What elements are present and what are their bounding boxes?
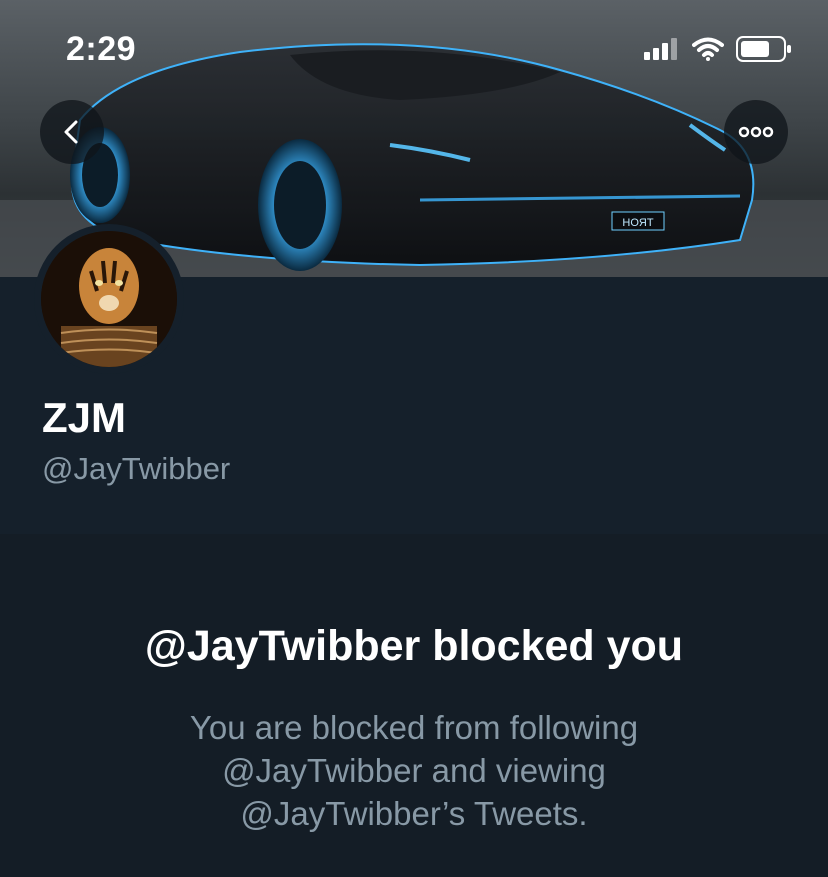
chevron-left-icon [64, 120, 78, 144]
cellular-signal-icon [644, 38, 677, 60]
svg-text:HOЯT: HOЯT [622, 217, 653, 229]
avatar[interactable] [34, 224, 184, 374]
profile-display-name: ZJM [42, 394, 126, 441]
battery-icon [736, 36, 791, 62]
profile-handle: @JayTwibber [42, 451, 231, 486]
blocked-message: You are blocked from following @JayTwibb… [189, 709, 639, 832]
tiger-image [41, 231, 177, 367]
status-bar: 2:29 [0, 0, 828, 90]
back-button[interactable] [40, 100, 104, 164]
more-options-button[interactable] [724, 100, 788, 164]
more-horizontal-icon [738, 126, 774, 138]
status-icons [644, 36, 792, 62]
wifi-icon [692, 37, 724, 61]
status-time: 2:29 [66, 30, 137, 68]
blocked-title: @JayTwibber blocked you [144, 622, 684, 670]
avatar-image [41, 231, 177, 367]
